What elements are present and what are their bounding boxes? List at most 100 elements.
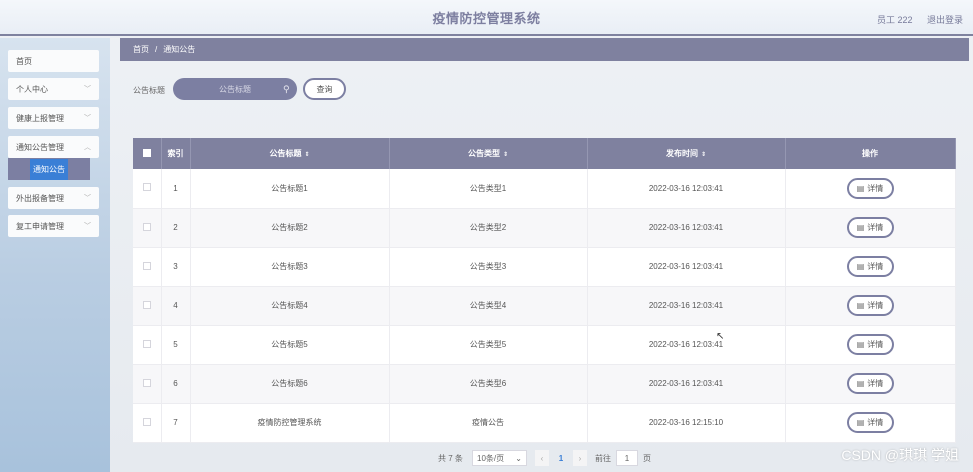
sidebar-item-label: 复工申请管理 [16, 221, 64, 231]
breadcrumb: 首页 / 通知公告 [120, 38, 969, 61]
sidebar-item-home[interactable]: 首页 [8, 50, 99, 72]
cell-time: 2022-03-16 12:03:41 [587, 169, 786, 209]
table-row: 6 公告标题6 公告类型6 2022-03-16 12:03:41 ▤ 详情 [133, 364, 956, 404]
sidebar-item-health-report[interactable]: 健康上报管理 ﹀ [8, 107, 99, 129]
col-header-actions: 操作 [785, 138, 956, 169]
col-header-title[interactable]: 公告标题 ⇕ [190, 138, 390, 169]
chevron-down-icon: ﹀ [84, 115, 91, 122]
logout-link[interactable]: 退出登录 [927, 15, 963, 25]
detail-button-label: 详情 [867, 301, 884, 310]
document-icon: ▤ [856, 262, 865, 271]
row-checkbox[interactable] [142, 261, 151, 270]
document-icon: ▤ [856, 340, 865, 349]
row-checkbox[interactable] [142, 417, 151, 426]
col-header-title-label: 公告标题 [269, 149, 302, 158]
select-all-checkbox[interactable] [142, 148, 151, 157]
cell-title: 公告标题6 [190, 364, 390, 404]
prev-page-button[interactable]: ‹ [535, 450, 549, 466]
detail-button-label: 详情 [867, 183, 884, 193]
detail-button[interactable]: ▤ 详情 [846, 334, 894, 355]
cell-title: 公告标题1 [190, 169, 390, 209]
watermark: CSDN @琪琪 学姐 [841, 447, 959, 463]
row-checkbox[interactable] [142, 300, 151, 309]
sidebar [0, 38, 110, 472]
detail-button[interactable]: ▤ 详情 [846, 177, 894, 199]
cell-title: 疫情防控管理系统 [190, 403, 390, 443]
mouse-cursor-icon: ↖ [716, 331, 725, 342]
cell-type: 公告类型1 [389, 169, 588, 209]
sidebar-subitem-notice[interactable]: 通知公告 [8, 158, 90, 180]
sort-icon[interactable]: ⇕ [701, 152, 706, 158]
detail-button-label: 详情 [867, 418, 884, 427]
row-select-cell[interactable] [133, 286, 162, 326]
cell-time: 2022-03-16 12:03:41 [587, 286, 786, 326]
table-row: 1 公告标题1 公告类型1 2022-03-16 12:03:41 ▤ 详情 [133, 169, 956, 209]
goto-page-input[interactable]: 1 [616, 450, 638, 466]
cell-actions: ▤ 详情 [785, 286, 956, 326]
col-header-time[interactable]: 发布时间 ⇕ [587, 138, 786, 169]
col-header-time-label: 发布时间 [665, 149, 698, 158]
sidebar-item-label: 健康上报管理 [16, 113, 64, 123]
chevron-down-icon: ⌄ [515, 453, 522, 463]
row-select-cell[interactable] [133, 208, 162, 248]
cell-index: 5 [161, 325, 191, 365]
document-icon: ▤ [856, 183, 865, 193]
row-select-cell[interactable] [133, 403, 162, 443]
detail-button[interactable]: ▤ 详情 [846, 256, 894, 277]
sort-icon[interactable]: ⇕ [304, 152, 309, 158]
breadcrumb-home[interactable]: 首页 [133, 44, 149, 55]
detail-button[interactable]: ▤ 详情 [846, 217, 894, 238]
cell-index: 4 [161, 286, 191, 326]
document-icon: ▤ [856, 418, 865, 427]
app-title: 疫情防控管理系统 [432, 10, 541, 26]
page-size-value: 10条/页 [477, 453, 505, 463]
detail-button[interactable]: ▤ 详情 [846, 295, 894, 316]
sort-icon[interactable]: ⇕ [503, 152, 508, 158]
chevron-up-icon: ︿ [84, 144, 91, 151]
row-select-cell[interactable] [133, 247, 162, 287]
cell-index: 1 [161, 169, 191, 209]
row-checkbox[interactable] [142, 183, 151, 192]
detail-button[interactable]: ▤ 详情 [846, 412, 894, 433]
notice-table: 索引 公告标题 ⇕ 公告类型 ⇕ 发布时间 ⇕ 操作 1 公告标题1 公告类型1 2022-… [133, 138, 956, 443]
goto-label: 前往 [595, 454, 611, 463]
sidebar-item-outing-report[interactable]: 外出报备管理 ﹀ [8, 187, 99, 209]
row-select-cell[interactable] [133, 325, 162, 365]
table-body: 1 公告标题1 公告类型1 2022-03-16 12:03:41 ▤ 详情 2 公告标题2 公… [133, 169, 956, 443]
cell-type: 公告类型2 [389, 208, 588, 248]
table-row: 5 公告标题5 公告类型5 2022-03-16 12:03:41 ▤ 详情 [133, 325, 956, 365]
cell-type: 公告类型5 [389, 325, 588, 365]
cell-time: 2022-03-16 12:15:10 [587, 403, 786, 443]
next-page-button[interactable]: › [573, 450, 587, 466]
sidebar-item-return-work[interactable]: 复工申请管理 ﹀ [8, 215, 99, 237]
search-label: 公告标题 [133, 86, 165, 95]
row-checkbox[interactable] [142, 378, 151, 387]
row-checkbox[interactable] [142, 339, 151, 348]
page-unit-label: 页 [643, 454, 651, 463]
cell-actions: ▤ 详情 [785, 169, 956, 209]
user-area: 员工 222 退出登录 [865, 13, 963, 26]
row-select-cell[interactable] [133, 169, 162, 209]
col-header-type[interactable]: 公告类型 ⇕ [389, 138, 588, 169]
row-select-cell[interactable] [133, 364, 162, 404]
detail-button-label: 详情 [867, 262, 884, 271]
page-size-select[interactable]: 10条/页 ⌄ [472, 450, 527, 466]
select-all-cell[interactable] [133, 138, 162, 169]
detail-button[interactable]: ▤ 详情 [846, 373, 894, 394]
document-icon: ▤ [856, 301, 865, 310]
cell-index: 6 [161, 364, 191, 404]
col-header-index: 索引 [161, 138, 191, 169]
current-page-number[interactable]: 1 [551, 450, 571, 466]
cell-title: 公告标题4 [190, 286, 390, 326]
breadcrumb-separator: / [155, 45, 158, 54]
sidebar-item-label: 外出报备管理 [16, 193, 64, 203]
query-button[interactable]: 查询 [303, 78, 346, 100]
row-checkbox[interactable] [142, 222, 151, 231]
table-row: 2 公告标题2 公告类型2 2022-03-16 12:03:41 ▤ 详情 [133, 208, 956, 248]
cell-index: 2 [161, 208, 191, 248]
cell-actions: ▤ 详情 [785, 325, 956, 365]
cell-time: 2022-03-16 12:03:41 [587, 208, 786, 248]
sidebar-item-notice-management[interactable]: 通知公告管理 ︿ [8, 136, 99, 158]
sidebar-item-personal-center[interactable]: 个人中心 ﹀ [8, 78, 99, 100]
search-input[interactable] [173, 78, 297, 100]
